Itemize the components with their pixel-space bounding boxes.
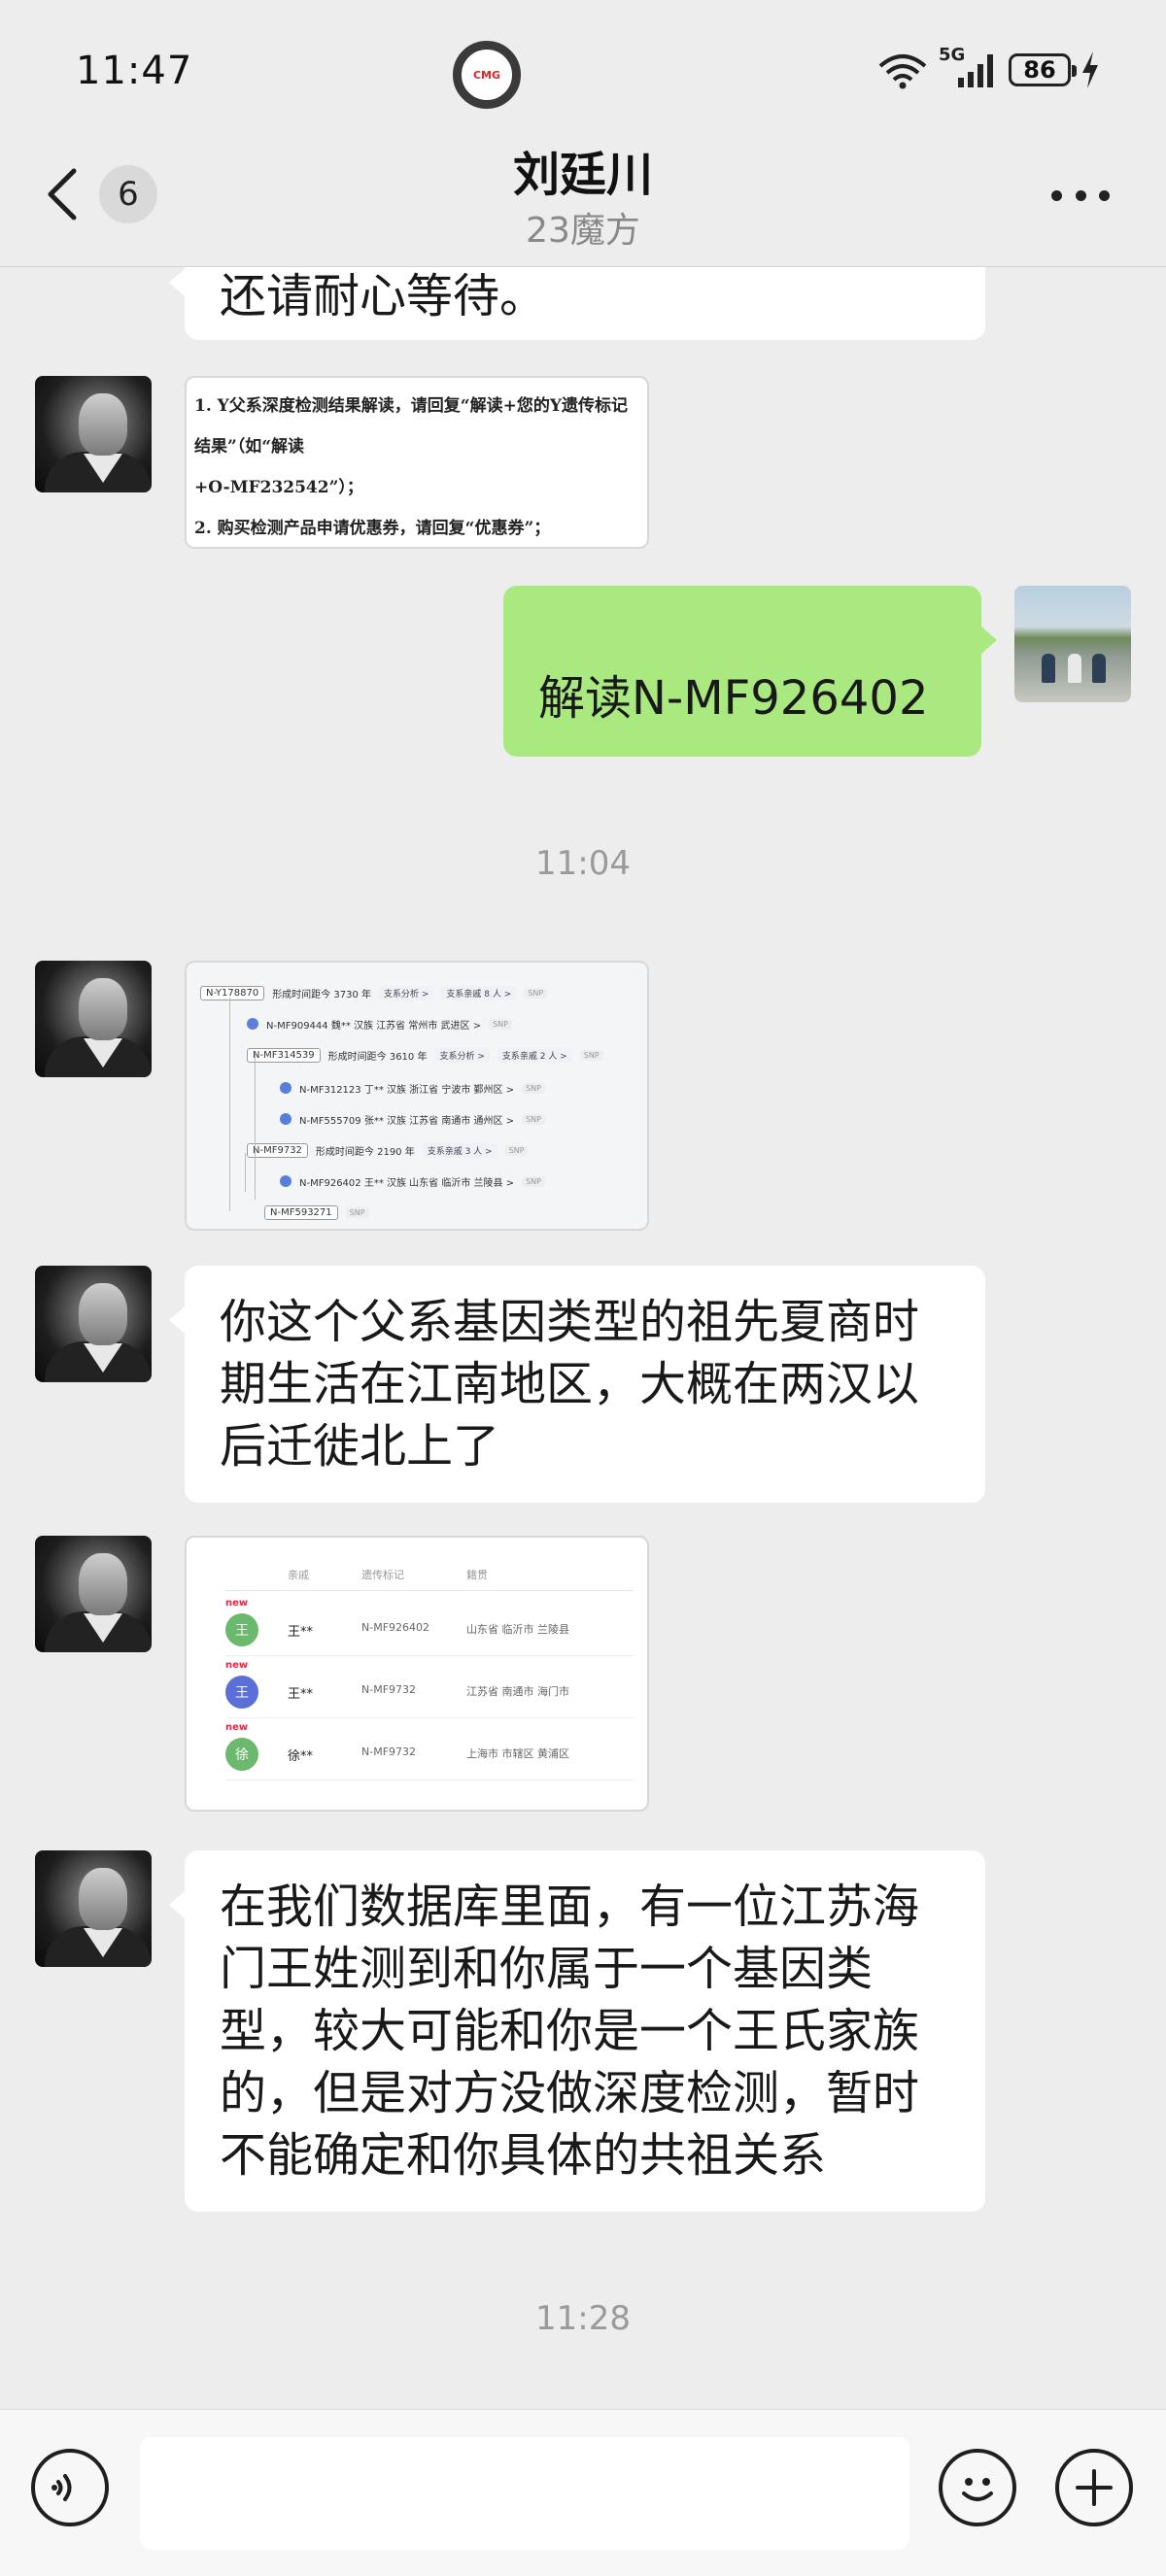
tree-node: N-MF593271 SNP — [264, 1202, 369, 1223]
snp-badge: SNP — [522, 1082, 545, 1094]
snp-badge: SNP — [522, 1175, 545, 1187]
tree-node: N-MF909444 魏** 汉族 江苏省 常州市 武进区 > SNP — [247, 1013, 512, 1034]
snp-badge: SNP — [504, 1144, 529, 1156]
lineage-tree-image[interactable]: N-Y178870 形成时间距今 3730 年支系分析 > 支系亲戚 8 人 > SN… — [185, 961, 649, 1231]
clock: 11:47 — [76, 49, 193, 93]
new-badge: new — [225, 1598, 249, 1609]
my-message-bubble[interactable]: 解读N-MF926402 — [503, 586, 997, 757]
tree-node-text: N-MF555709 张** 汉族 江苏省 南通市 通州区 > — [299, 1115, 515, 1127]
input-bar — [0, 2409, 1166, 2576]
person-pin-icon — [280, 1082, 292, 1094]
message-timestamp: 11:28 — [535, 2299, 631, 2338]
tree-connector — [255, 1054, 256, 1200]
branch-chip: 支系分析 > — [434, 1047, 490, 1063]
more-dots-icon — [1051, 190, 1062, 201]
message-bubble[interactable]: 你这个父系基因类型的祖先夏商时 期生活在江南地区，大概在两汉以 后迁徙北上了 — [169, 1266, 985, 1503]
message-bubble[interactable]: 在我们数据库里面，有一位江苏海 门王姓测到和你属于一个基因类 型，较大可能和你是… — [169, 1850, 985, 2212]
status-icons: 5G 86 — [876, 45, 1100, 89]
new-badge: new — [225, 1660, 249, 1671]
tree-node-text: 形成时间距今 3730 年 — [272, 989, 371, 1000]
person-pin-icon — [247, 1018, 258, 1030]
person-pin-icon — [280, 1175, 292, 1187]
table-cell-name: 徐** — [288, 1749, 314, 1764]
tree-node: N-MF555709 张** 汉族 江苏省 南通市 通州区 > SNP — [280, 1108, 545, 1130]
battery-icon: 86 — [1009, 53, 1077, 86]
tree-node-text: N-MF909444 魏** 汉族 江苏省 常州市 武进区 > — [266, 1020, 482, 1032]
tree-node: N-MF9732 形成时间距今 2190 年支系亲戚 3 人 > SNP — [247, 1139, 529, 1161]
snp-badge: SNP — [524, 987, 548, 999]
relatives-table-image[interactable]: 亲戚 遗传标记 籍贯 new 王王** N-MF926402 山东省 临沂市 兰陵县 n… — [185, 1536, 649, 1812]
image-text-line: +O-MF232542”）； — [194, 478, 363, 497]
emoji-button[interactable] — [939, 2449, 1016, 2526]
branch-chip: 支系亲戚 8 人 > — [441, 985, 517, 1000]
message-bubble[interactable]: 还请耐心等待。 — [169, 267, 985, 340]
image-message-text: 1. Y父系深度检测结果解读，请回复“解读+您的Y遗传标记结果”（如“解读 +O-… — [187, 378, 647, 547]
new-badge: new — [225, 1722, 249, 1733]
image-text-line: 2. 购买检测产品申请优惠券，请回复“优惠券”； — [194, 519, 551, 538]
table-cell-marker: N-MF9732 — [361, 1683, 417, 1696]
voice-input-button[interactable] — [31, 2449, 109, 2526]
tree-node-text: 形成时间距今 3610 年 — [327, 1051, 428, 1063]
cmg-app-icon: CMG — [453, 41, 521, 109]
status-bar: 11:47 CMG 5G 86 — [0, 0, 1166, 146]
relative-avatar: 王 — [225, 1676, 258, 1709]
tree-node: N-MF314539 形成时间距今 3610 年支系分析 > 支系亲戚 2 人 > S… — [247, 1044, 603, 1066]
chat-title: 刘廷川 — [512, 148, 653, 202]
contact-avatar[interactable] — [35, 961, 152, 1077]
branch-chip: 支系亲戚 3 人 > — [422, 1142, 497, 1158]
contact-avatar[interactable] — [35, 1850, 152, 1967]
more-options-button[interactable] — [1051, 190, 1110, 202]
more-functions-button[interactable] — [1055, 2449, 1133, 2526]
relative-avatar: 徐 — [225, 1738, 258, 1771]
tree-node: N-MF312123 丁** 汉族 浙江省 宁波市 鄞州区 > SNP — [280, 1077, 545, 1099]
my-avatar[interactable] — [1014, 586, 1131, 702]
table-cell-marker: N-MF9732 — [361, 1746, 417, 1758]
wifi-icon — [878, 54, 927, 89]
table-cell-place: 江苏省 南通市 海门市 — [466, 1685, 569, 1698]
tree-node-text: N-MF312123 丁** 汉族 浙江省 宁波市 鄞州区 > — [299, 1084, 515, 1096]
tree-node-text: N-MF926402 王** 汉族 山东省 临沂市 兰陵县 > — [299, 1177, 515, 1189]
message-list[interactable]: 还请耐心等待。 1. Y父系深度检测结果解读，请回复“解读+您的Y遗传标记结果”… — [0, 267, 1166, 2409]
tree-node: N-Y178870 形成时间距今 3730 年支系分析 > 支系亲戚 8 人 > SN… — [200, 982, 548, 1003]
person-pin-icon — [280, 1113, 292, 1125]
table-cell-name: 王** — [288, 1687, 314, 1702]
table-cell-name: 王** — [288, 1625, 314, 1640]
contact-avatar[interactable] — [35, 1536, 152, 1652]
table-cell-place: 山东省 临沂市 兰陵县 — [466, 1623, 569, 1636]
emoji-icon — [962, 2478, 993, 2501]
table-cell-place: 上海市 市辖区 黄浦区 — [466, 1747, 569, 1760]
contact-avatar[interactable] — [35, 376, 152, 492]
tree-node: N-MF926402 王** 汉族 山东省 临沂市 兰陵县 > SNP — [280, 1170, 545, 1192]
snp-badge: SNP — [489, 1018, 512, 1030]
chat-subtitle: 23魔方 — [526, 211, 640, 251]
branch-chip: 支系分析 > — [379, 985, 434, 1000]
snp-badge: SNP — [345, 1206, 369, 1218]
haplogroup-tag: N-MF9732 — [247, 1142, 308, 1158]
table-row: new 徐 徐** N-MF9732 上海市 市辖区 黄浦区 — [225, 1718, 634, 1780]
table-row: new 王 王** N-MF9732 江苏省 南通市 海门市 — [225, 1656, 634, 1718]
table-cell-marker: N-MF926402 — [361, 1621, 430, 1634]
snp-badge: SNP — [522, 1113, 545, 1125]
message-input[interactable] — [140, 2437, 909, 2550]
snp-badge: SNP — [579, 1049, 603, 1061]
charging-icon — [1082, 51, 1098, 88]
contact-avatar[interactable] — [35, 1266, 152, 1382]
plus-icon — [1076, 2469, 1113, 2506]
tree-node-text: 形成时间距今 2190 年 — [315, 1146, 415, 1158]
image-message[interactable]: 1. Y父系深度检测结果解读，请回复“解读+您的Y遗传标记结果”（如“解读 +O-… — [185, 376, 649, 549]
haplogroup-tag: N-Y178870 — [200, 985, 265, 1000]
haplogroup-tag: N-MF593271 — [264, 1204, 338, 1220]
message-timestamp: 11:04 — [535, 844, 631, 883]
image-text-line: 1. Y父系深度检测结果解读，请回复“解读+您的Y遗传标记结果”（如“解读 — [194, 396, 628, 457]
haplogroup-tag: N-MF314539 — [247, 1047, 321, 1063]
signal-icon: 5G — [939, 45, 999, 89]
tree-connector — [245, 1153, 246, 1192]
tree-connector — [229, 998, 230, 1211]
relative-avatar: 王 — [225, 1613, 258, 1646]
branch-chip: 支系亲戚 2 人 > — [497, 1047, 572, 1063]
table-row: new 王 王** N-MF926402 山东省 临沂市 兰陵县 — [225, 1594, 634, 1656]
voice-icon — [51, 2474, 72, 2501]
